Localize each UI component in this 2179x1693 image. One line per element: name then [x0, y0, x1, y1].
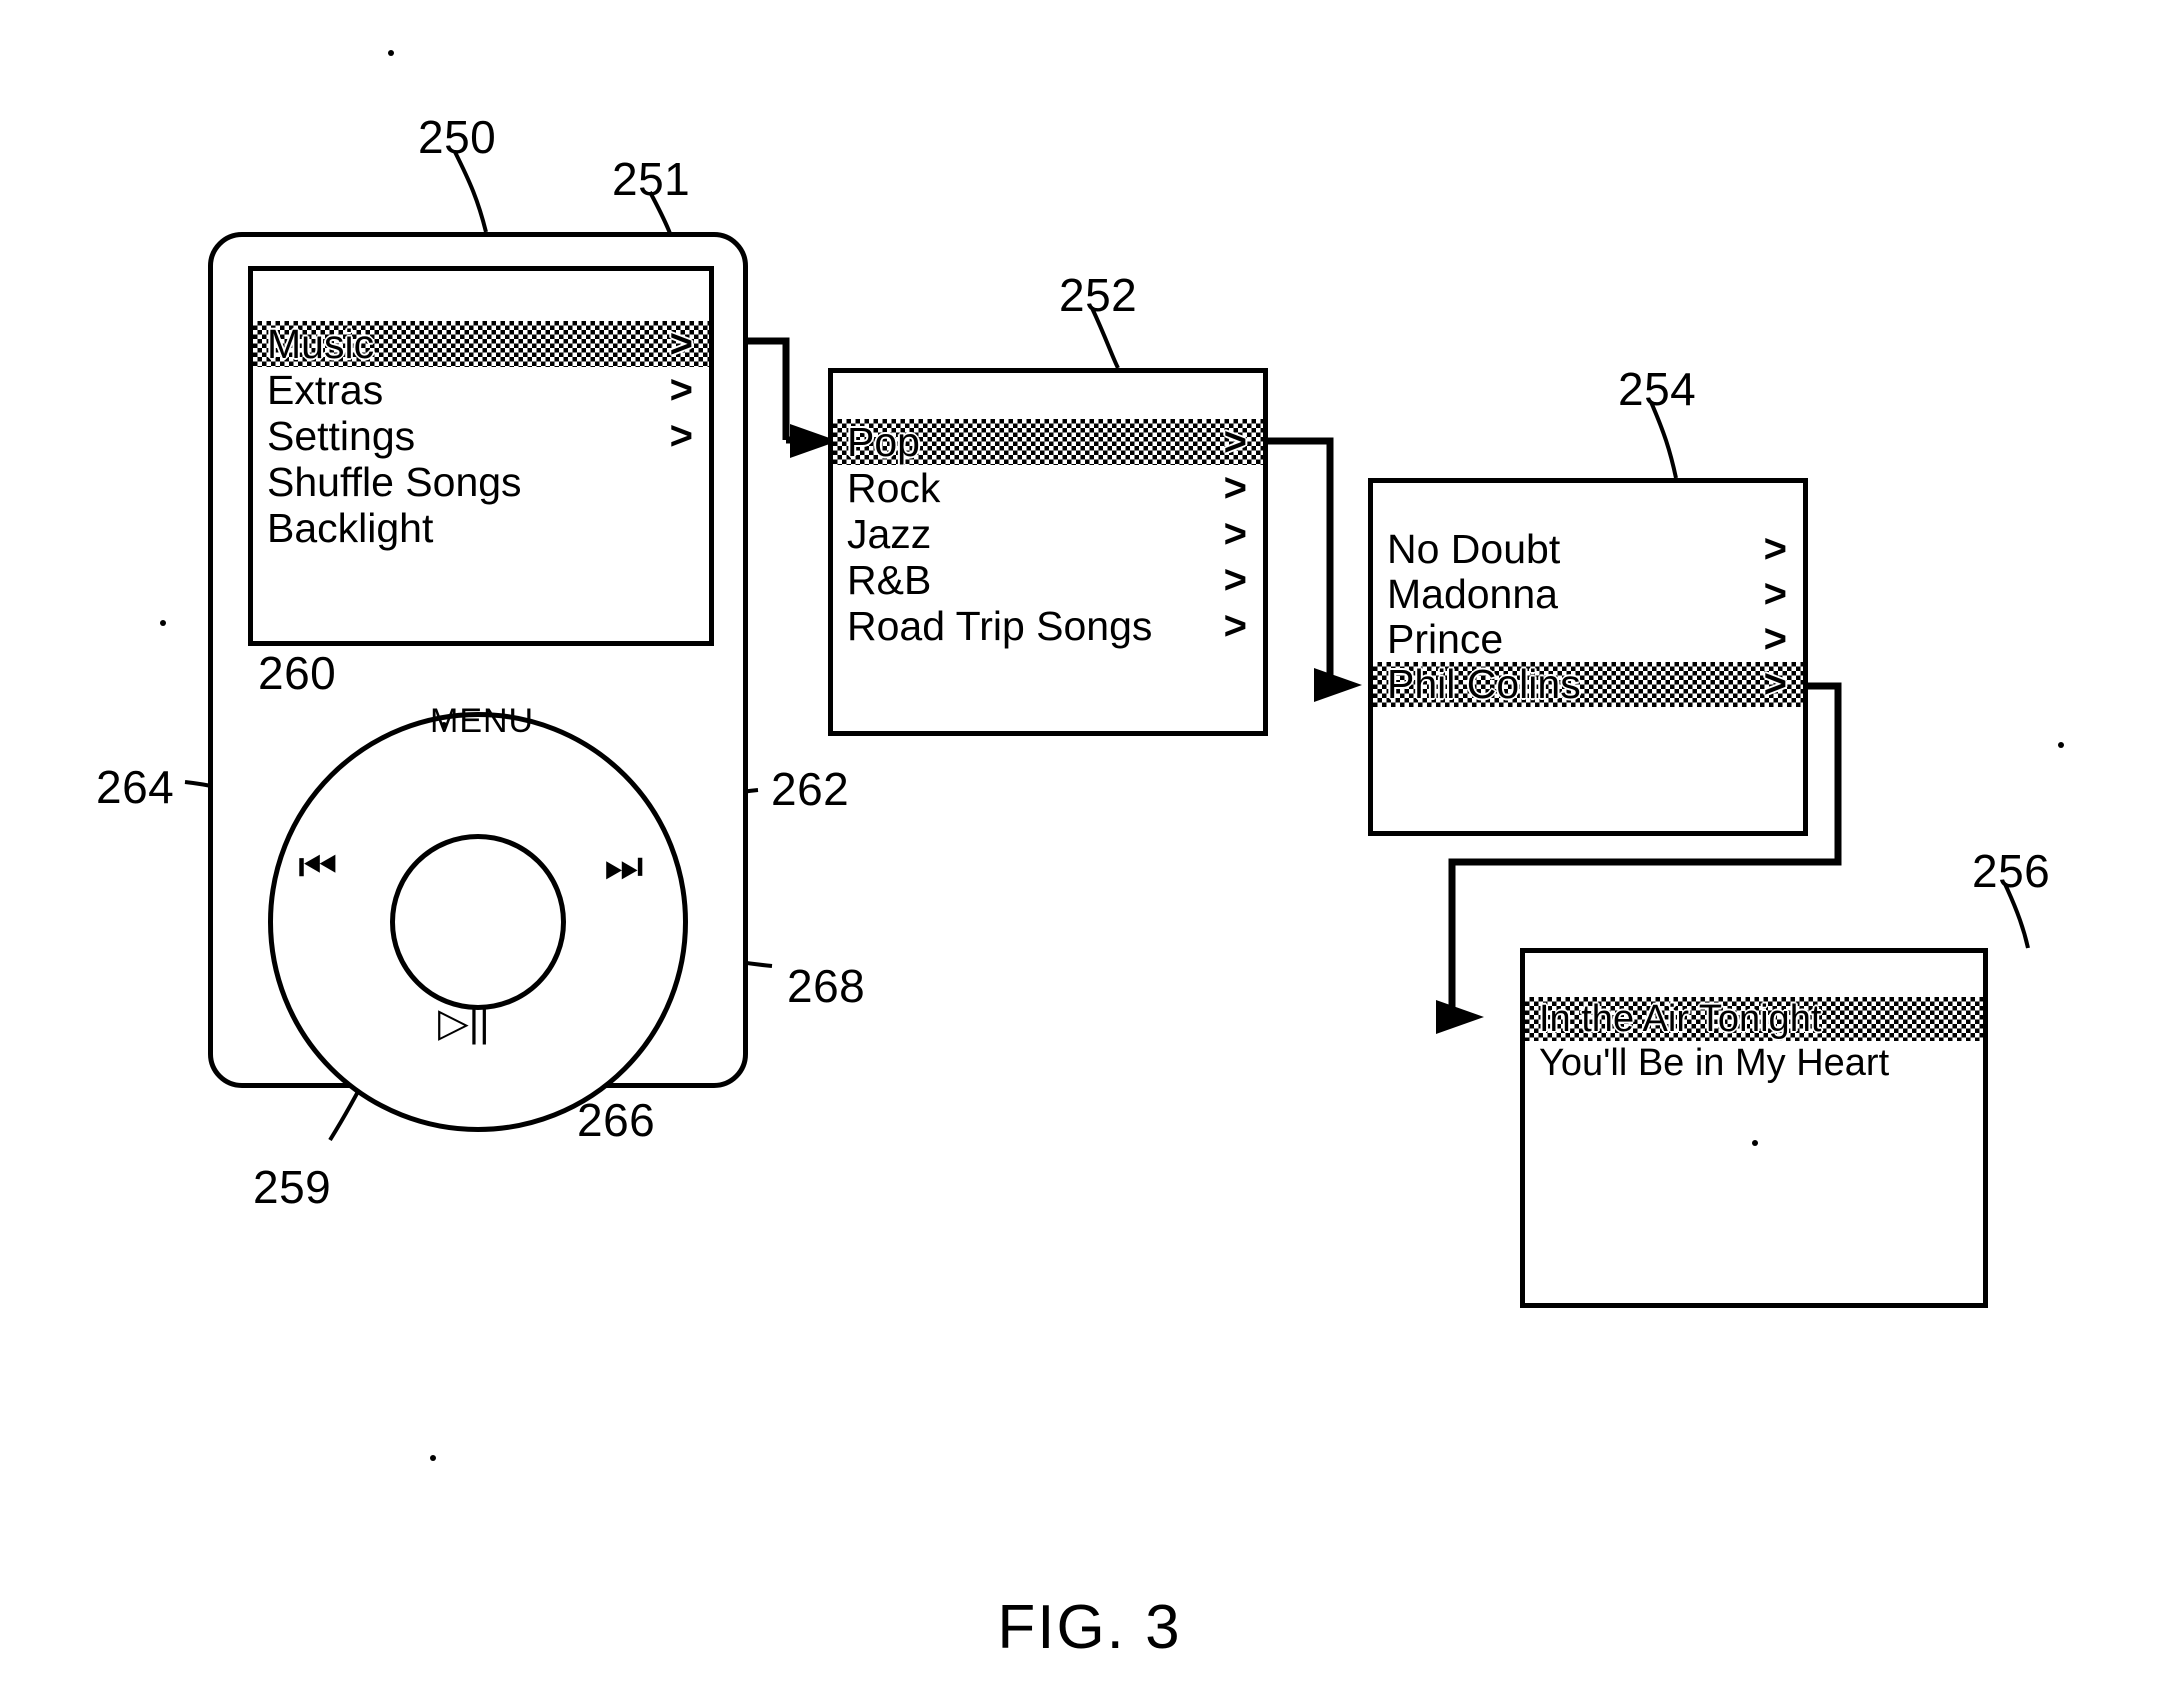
chevron-right-icon: >: [1763, 527, 1787, 571]
menu-item-no-doubt[interactable]: No Doubt >: [1373, 527, 1803, 572]
menu-item-label: Settings: [267, 413, 416, 459]
menu-item-settings[interactable]: Settings >: [253, 413, 709, 459]
menu-item-extras[interactable]: Extras >: [253, 367, 709, 413]
screen-genre-menu: Pop > Rock > Jazz > R&B > Road Trip Songs >: [828, 368, 1268, 736]
chevron-right-icon: >: [1763, 572, 1787, 616]
reference-numeral-250: 250: [418, 111, 497, 163]
figure-caption: FIG. 3: [997, 1593, 1182, 1662]
menu-item-label: Shuffle Songs: [267, 459, 522, 505]
reference-numeral-259: 259: [253, 1161, 332, 1213]
menu-item-backlight[interactable]: Backlight>: [253, 505, 709, 551]
screen-main-menu: Music>Extras>Settings>Shuffle Songs>Back…: [248, 266, 714, 646]
menu-item-prince[interactable]: Prince >: [1373, 617, 1803, 662]
menu-item-rock[interactable]: Rock >: [833, 465, 1263, 511]
menu-item-label: Road Trip Songs: [847, 603, 1153, 649]
menu-item-label: Pop: [847, 419, 920, 465]
menu-item-label: Jazz: [847, 511, 932, 557]
reference-numeral-260: 260: [258, 647, 337, 699]
scan-speck: [1752, 1140, 1758, 1146]
menu-item-label: You'll Be in My Heart: [1539, 1042, 1890, 1084]
chevron-right-icon: >: [1223, 512, 1247, 556]
menu-item-label: Phil Colins: [1387, 661, 1581, 707]
scan-speck: [2058, 742, 2064, 748]
reference-numeral-251: 251: [612, 153, 691, 205]
scan-speck: [430, 1455, 436, 1461]
screen-artist-menu: No Doubt > Madonna > Prince > Phil Colins >: [1368, 478, 1808, 836]
artist-menu-list: No Doubt > Madonna > Prince > Phil Colins >: [1373, 527, 1803, 707]
reference-numeral-262: 262: [771, 763, 850, 815]
chevron-right-icon: >: [1763, 617, 1787, 661]
chevron-right-icon: >: [1223, 604, 1247, 648]
menu-item-label: No Doubt: [1387, 526, 1561, 572]
chevron-right-icon: >: [1223, 420, 1247, 464]
next-track-icon[interactable]: ⏭: [604, 842, 645, 892]
menu-item-madonna[interactable]: Madonna >: [1373, 572, 1803, 617]
menu-item-shuffle-songs[interactable]: Shuffle Songs>: [253, 459, 709, 505]
reference-numeral-252: 252: [1059, 269, 1138, 321]
menu-item-label: Music: [267, 321, 375, 367]
menu-item-label: Madonna: [1387, 571, 1558, 617]
reference-numeral-266: 266: [577, 1094, 656, 1146]
menu-item-label: R&B: [847, 557, 932, 603]
menu-item-label: Extras: [267, 367, 384, 413]
menu-item-road-trip-songs[interactable]: Road Trip Songs >: [833, 603, 1263, 649]
patent-figure-3: Music>Extras>Settings>Shuffle Songs>Back…: [0, 0, 2179, 1693]
main-menu-list: Music>Extras>Settings>Shuffle Songs>Back…: [253, 321, 709, 551]
chevron-right-icon: >: [669, 322, 693, 366]
chevron-right-icon: >: [1763, 662, 1787, 706]
menu-item-music[interactable]: Music >: [253, 321, 709, 367]
reference-numeral-254: 254: [1618, 363, 1697, 415]
menu-item-jazz[interactable]: Jazz >: [833, 511, 1263, 557]
menu-item-label: In the Air Tonight: [1539, 998, 1822, 1040]
menu-item-you-ll-be-in-my-heart[interactable]: You'll Be in My Heart>: [1525, 1041, 1983, 1085]
menu-item-label: Prince: [1387, 616, 1504, 662]
menu-item-label: Backlight: [267, 505, 434, 551]
menu-item-r-b[interactable]: R&B >: [833, 557, 1263, 603]
genre-menu-list: Pop > Rock > Jazz > R&B > Road Trip Songs >: [833, 419, 1263, 649]
song-menu-list: In the Air Tonight>You'll Be in My Heart…: [1525, 997, 1983, 1085]
scan-speck: [441, 722, 447, 728]
menu-item-pop[interactable]: Pop >: [833, 419, 1263, 465]
chevron-right-icon: >: [669, 368, 693, 412]
chevron-right-icon: >: [1223, 558, 1247, 602]
reference-numeral-268: 268: [787, 960, 866, 1012]
chevron-right-icon: >: [669, 414, 693, 458]
center-select-button[interactable]: [390, 834, 566, 1010]
screen-song-menu: In the Air Tonight>You'll Be in My Heart…: [1520, 948, 1988, 1308]
scan-speck: [388, 50, 394, 56]
reference-numeral-256: 256: [1972, 845, 2051, 897]
chevron-right-icon: >: [1223, 466, 1247, 510]
previous-track-icon[interactable]: ⏮: [298, 842, 339, 892]
menu-item-in-the-air-tonight[interactable]: In the Air Tonight>: [1525, 997, 1983, 1041]
reference-numeral-264: 264: [96, 761, 175, 813]
play-pause-icon[interactable]: ▷||: [438, 1000, 490, 1046]
menu-item-phil-colins[interactable]: Phil Colins >: [1373, 662, 1803, 707]
scan-speck: [160, 620, 166, 626]
menu-item-label: Rock: [847, 465, 941, 511]
